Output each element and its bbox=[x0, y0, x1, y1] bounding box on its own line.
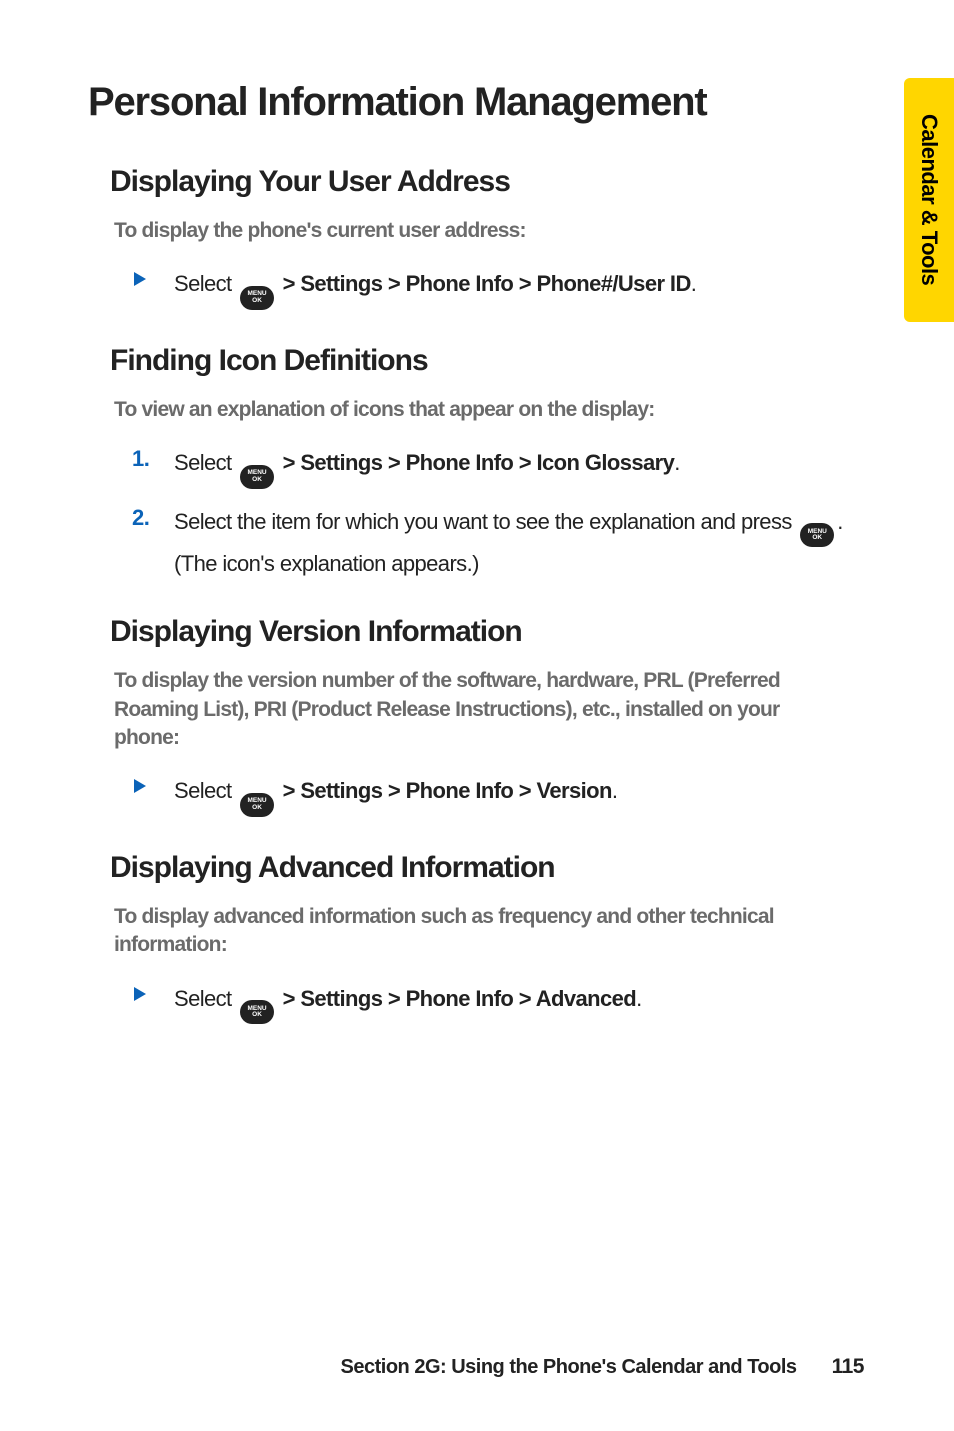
key-label: MENU OK bbox=[247, 798, 266, 811]
step-number: 1. bbox=[132, 446, 174, 472]
step-text: Select MENU OK > Settings > Phone Info >… bbox=[174, 774, 617, 817]
page-footer: Section 2G: Using the Phone's Calendar a… bbox=[0, 1355, 954, 1379]
triangle-right-icon bbox=[132, 982, 174, 1002]
text: Select the item for which you want to se… bbox=[174, 509, 797, 534]
nav-path: > Settings > Phone Info > Icon Glossary bbox=[277, 450, 674, 475]
text: Settings > Phone Info > Phone#/User ID bbox=[300, 271, 690, 296]
text: Select bbox=[174, 778, 237, 803]
section-icon-definitions: Finding Icon Definitions To view an expl… bbox=[88, 344, 854, 581]
text: Select bbox=[174, 986, 237, 1011]
nav-path: > Settings > Phone Info > Phone#/User ID bbox=[277, 271, 691, 296]
key-label: MENU OK bbox=[247, 1006, 266, 1019]
side-tab: Calendar & Tools bbox=[904, 78, 954, 322]
triangle-right-icon bbox=[132, 774, 174, 794]
section-title: Finding Icon Definitions bbox=[110, 344, 854, 378]
page-number: 115 bbox=[832, 1355, 864, 1378]
section-title: Displaying Your User Address bbox=[110, 165, 854, 199]
menu-ok-key-icon: MENU OK bbox=[240, 465, 274, 489]
list-item: Select MENU OK > Settings > Phone Info >… bbox=[132, 774, 852, 817]
nav-path: > Settings > Phone Info > Advanced bbox=[277, 986, 636, 1011]
text: Settings > Phone Info > Icon Glossary bbox=[300, 450, 674, 475]
triangle-right-icon bbox=[132, 267, 174, 287]
text: Select bbox=[174, 450, 237, 475]
section-title: Displaying Advanced Information bbox=[110, 851, 854, 885]
nav-path: > Settings > Phone Info > Version bbox=[277, 778, 612, 803]
text: > bbox=[277, 271, 300, 296]
text: Settings > Phone Info > Version bbox=[300, 778, 611, 803]
list-item: Select MENU OK > Settings > Phone Info >… bbox=[132, 982, 852, 1025]
menu-ok-key-icon: MENU OK bbox=[240, 286, 274, 310]
text: . bbox=[636, 986, 642, 1011]
list-item: 1. Select MENU OK > Settings > Phone Inf… bbox=[132, 446, 852, 489]
step-text: Select MENU OK > Settings > Phone Info >… bbox=[174, 446, 680, 489]
text: > bbox=[277, 450, 300, 475]
section-subtitle: To view an explanation of icons that app… bbox=[114, 396, 814, 424]
text: Select bbox=[174, 271, 237, 296]
section-title: Displaying Version Information bbox=[110, 615, 854, 649]
section-subtitle: To display the version number of the sof… bbox=[114, 667, 814, 752]
page-title: Personal Information Management bbox=[88, 80, 828, 125]
section-advanced-info: Displaying Advanced Information To displ… bbox=[88, 851, 854, 1024]
section-version-info: Displaying Version Information To displa… bbox=[88, 615, 854, 817]
section-subtitle: To display advanced information such as … bbox=[114, 903, 814, 960]
key-label: MENU OK bbox=[808, 529, 827, 542]
side-tab-label: Calendar & Tools bbox=[916, 100, 942, 299]
step-text: Select MENU OK > Settings > Phone Info >… bbox=[174, 982, 642, 1025]
text: > bbox=[277, 986, 300, 1011]
text: . bbox=[674, 450, 680, 475]
key-label: MENU OK bbox=[247, 291, 266, 304]
footer-section: Section 2G: Using the Phone's Calendar a… bbox=[341, 1356, 797, 1378]
step-number: 2. bbox=[132, 505, 174, 531]
list-item: Select MENU OK > Settings > Phone Info >… bbox=[132, 267, 852, 310]
key-label: MENU OK bbox=[247, 470, 266, 483]
step-text: Select the item for which you want to se… bbox=[174, 505, 852, 582]
text: . bbox=[612, 778, 618, 803]
text: Settings > Phone Info > Advanced bbox=[300, 986, 636, 1011]
text: . bbox=[691, 271, 697, 296]
step-text: Select MENU OK > Settings > Phone Info >… bbox=[174, 267, 696, 310]
menu-ok-key-icon: MENU OK bbox=[240, 1000, 274, 1024]
menu-ok-key-icon: MENU OK bbox=[800, 523, 834, 547]
menu-ok-key-icon: MENU OK bbox=[240, 793, 274, 817]
list-item: 2. Select the item for which you want to… bbox=[132, 505, 852, 582]
text: > bbox=[277, 778, 300, 803]
section-subtitle: To display the phone's current user addr… bbox=[114, 217, 814, 245]
document-page: Calendar & Tools Personal Information Ma… bbox=[0, 0, 954, 1431]
section-user-address: Displaying Your User Address To display … bbox=[88, 165, 854, 310]
